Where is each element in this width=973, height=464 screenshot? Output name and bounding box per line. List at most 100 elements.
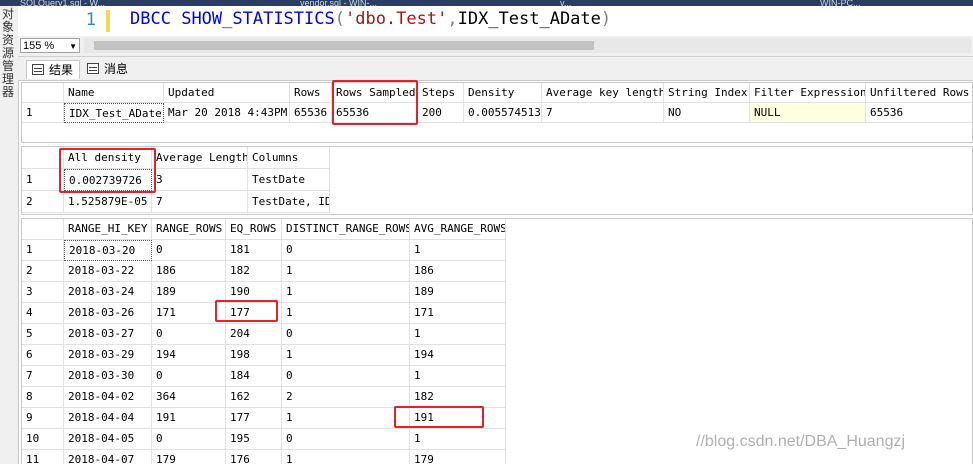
grid-cell[interactable]: 171 [410,303,506,324]
grid-cell[interactable]: 2018-03-22 [64,261,152,282]
column-header[interactable]: Filter Expression [750,83,866,103]
column-header[interactable]: Updated [164,83,290,103]
grid-cell[interactable]: 181 [226,240,282,261]
grid-cell[interactable]: 2018-03-27 [64,324,152,345]
grid-cell[interactable]: IDX_Test_ADate [64,103,164,123]
grid-cell[interactable]: 194 [152,345,226,366]
grid-cell[interactable]: 0.005574513 [464,103,542,123]
column-header[interactable]: AVG_RANGE_ROWS [410,219,506,240]
row-number[interactable]: 1 [22,240,64,261]
grid-cell[interactable]: 162 [226,387,282,408]
grid-cell[interactable]: 65536 [290,103,332,123]
tab-results[interactable]: 结果 [26,60,81,79]
corner-cell[interactable] [22,219,64,240]
tab-messages[interactable]: 消息 [82,60,134,79]
grid-cell[interactable]: 177 [226,408,282,429]
object-explorer-dock[interactable]: 对象资源管理器 [0,6,19,464]
scrollbar-thumb[interactable] [94,41,594,50]
row-number[interactable]: 6 [22,345,64,366]
grid-cell[interactable]: 1 [410,429,506,450]
grid-cell[interactable]: 65536 [866,103,972,123]
column-header[interactable]: String Index [664,83,750,103]
grid-cell[interactable]: 1 [282,345,410,366]
row-number[interactable]: 2 [22,191,64,213]
corner-cell[interactable] [22,147,64,169]
grid-cell[interactable]: 2018-03-24 [64,282,152,303]
column-header[interactable]: RANGE_HI_KEY [64,219,152,240]
grid-cell[interactable]: 2018-03-29 [64,345,152,366]
grid-cell[interactable]: 189 [410,282,506,303]
grid-cell[interactable]: 1 [282,450,410,464]
histogram-grid[interactable]: RANGE_HI_KEY RANGE_ROWS EQ_ROWS DISTINCT_RA… [21,218,973,464]
grid-cell[interactable]: 7 [152,191,248,213]
column-header[interactable]: RANGE_ROWS [152,219,226,240]
row-number[interactable]: 1 [22,169,64,191]
grid-cell[interactable]: 1 [282,408,410,429]
row-number[interactable]: 5 [22,324,64,345]
grid-cell[interactable]: NO [664,103,750,123]
grid-cell[interactable]: 0 [152,366,226,387]
grid-cell[interactable]: 0 [152,429,226,450]
grid-cell[interactable]: 2018-04-07 [64,450,152,464]
grid-cell[interactable]: Mar 20 2018 4:43PM [164,103,290,123]
grid-cell[interactable]: 0 [282,324,410,345]
grid-cell[interactable]: 179 [410,450,506,464]
column-header[interactable]: Rows [290,83,332,103]
horizontal-scrollbar[interactable] [84,38,971,53]
grid-cell[interactable]: 2018-04-04 [64,408,152,429]
query-editor[interactable]: 1 DBCC SHOW_STATISTICS('dbo.Test',IDX_Te… [18,6,973,36]
zoom-select[interactable]: 155 % ▼ [20,38,80,53]
row-number[interactable]: 1 [22,103,64,123]
column-header[interactable]: EQ_ROWS [226,219,282,240]
row-number[interactable]: 3 [22,282,64,303]
grid-cell[interactable]: 186 [152,261,226,282]
grid-cell[interactable]: 1.525879E-05 [64,191,152,213]
column-header[interactable]: Columns [248,147,330,169]
grid-cell[interactable]: 1 [282,261,410,282]
grid-cell[interactable]: 1 [410,240,506,261]
grid-cell[interactable]: TestDate, ID [248,191,330,213]
grid-cell[interactable]: 186 [410,261,506,282]
grid-cell[interactable]: 0 [282,429,410,450]
column-header[interactable]: Name [64,83,164,103]
row-number[interactable]: 2 [22,261,64,282]
grid-cell[interactable]: 0 [282,240,410,261]
grid-cell[interactable]: 204 [226,324,282,345]
grid-cell[interactable]: 194 [410,345,506,366]
grid-cell[interactable]: TestDate [248,169,330,191]
column-header[interactable]: Density [464,83,542,103]
code-line[interactable]: DBCC SHOW_STATISTICS('dbo.Test',IDX_Test… [130,9,611,29]
grid-cell[interactable]: 179 [152,450,226,464]
grid-cell[interactable]: 2 [282,387,410,408]
row-number[interactable]: 8 [22,387,64,408]
grid-cell[interactable]: 364 [152,387,226,408]
grid-cell[interactable]: 1 [282,282,410,303]
row-number[interactable]: 11 [22,450,64,464]
grid-cell[interactable]: 2018-03-30 [64,366,152,387]
grid-cell[interactable]: 176 [226,450,282,464]
grid-cell[interactable]: 0 [282,366,410,387]
grid-cell[interactable]: 2018-04-02 [64,387,152,408]
grid-cell[interactable]: 0 [152,324,226,345]
grid-cell[interactable]: 3 [152,169,248,191]
grid-cell[interactable]: 182 [410,387,506,408]
density-vector-grid[interactable]: All density Average Length Columns 1 0.00273… [21,146,973,215]
grid-cell[interactable]: NULL [750,103,866,123]
grid-cell[interactable]: 1 [282,303,410,324]
grid-cell[interactable]: 191 [152,408,226,429]
grid-cell[interactable]: 1 [410,366,506,387]
row-number[interactable]: 10 [22,429,64,450]
row-number[interactable]: 7 [22,366,64,387]
corner-cell[interactable] [22,83,64,103]
row-number[interactable]: 4 [22,303,64,324]
grid-cell[interactable]: 182 [226,261,282,282]
grid-cell[interactable]: 0 [152,240,226,261]
column-header[interactable]: Average Length [152,147,248,169]
column-header[interactable]: DISTINCT_RANGE_ROWS [282,219,410,240]
column-header[interactable]: Unfiltered Rows [866,83,972,103]
stat-header-grid[interactable]: Name Updated Rows Rows Sampled Steps Density A… [21,82,973,143]
column-header[interactable]: Steps [418,83,464,103]
grid-cell[interactable]: 7 [542,103,664,123]
grid-cell[interactable]: 2018-03-26 [64,303,152,324]
grid-cell[interactable]: 198 [226,345,282,366]
